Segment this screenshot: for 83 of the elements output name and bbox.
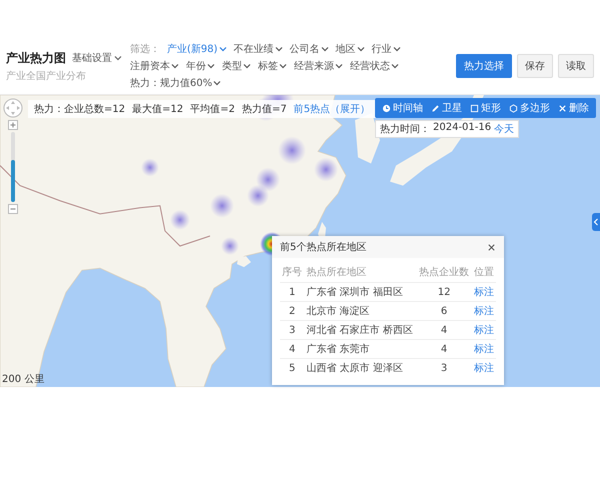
caret-icon bbox=[213, 79, 222, 87]
table-cell: 3 bbox=[416, 358, 472, 377]
table-cell: 4 bbox=[416, 320, 472, 340]
page-subtitle: 产业全国产业分布 bbox=[6, 70, 87, 82]
pencil-icon bbox=[431, 104, 440, 112]
table-cell: 4 bbox=[416, 340, 472, 358]
caret-icon bbox=[335, 62, 343, 70]
column-header: 位置 bbox=[472, 262, 496, 282]
stat-text: 平均值=2 bbox=[190, 103, 235, 116]
stat-text: 最大值=12 bbox=[132, 102, 184, 116]
filter-dropdown[interactable]: 年份 bbox=[186, 59, 215, 73]
caret-icon bbox=[171, 62, 179, 70]
table-cell: 6 bbox=[416, 302, 472, 320]
mark-link[interactable]: 标注 bbox=[474, 287, 494, 298]
table-cell: 山西省 太原市 迎泽区 bbox=[304, 358, 417, 377]
table-cell: 河北省 石家庄市 桥西区 bbox=[304, 320, 417, 340]
clock-icon bbox=[382, 104, 391, 112]
chevron-left-icon bbox=[593, 218, 599, 226]
column-header: 热点所在地区 bbox=[304, 262, 417, 282]
zoom-slider[interactable] bbox=[11, 132, 15, 202]
table-cell: 1 bbox=[280, 282, 304, 302]
mark-link[interactable]: 标注 bbox=[474, 325, 494, 336]
table-cell: 广东省 深圳市 福田区 bbox=[304, 282, 417, 302]
column-header: 序号 bbox=[280, 262, 304, 282]
time-value: 2024-01-16 bbox=[433, 122, 492, 135]
close-icon bbox=[558, 104, 567, 112]
filter-dropdown[interactable]: 行业 bbox=[372, 42, 401, 56]
table-cell: 4 bbox=[280, 340, 304, 358]
caret-icon bbox=[392, 45, 401, 53]
zoom-in-icon[interactable] bbox=[8, 120, 18, 130]
map-tool-button[interactable]: 时间轴 bbox=[379, 100, 426, 116]
filter-dropdown[interactable]: 不在业绩 bbox=[234, 42, 283, 56]
caret-icon bbox=[320, 45, 329, 53]
caret-icon bbox=[218, 45, 227, 53]
action-button[interactable]: 热力选择 bbox=[456, 54, 512, 78]
popup-title: 前5个热点所在地区 bbox=[280, 240, 366, 254]
column-header: 热点企业数 bbox=[416, 262, 472, 282]
map-tool-button[interactable]: 多边形 bbox=[506, 100, 553, 116]
hotspot-link[interactable]: 前5热点（展开） bbox=[294, 102, 370, 116]
filter-dropdown[interactable]: 热力：规力值60% bbox=[130, 76, 222, 90]
stat-text: 热力：企业总数=12 bbox=[34, 102, 126, 116]
filter-dropdown[interactable]: 经营状态 bbox=[350, 59, 399, 73]
pan-control-icon[interactable] bbox=[3, 98, 23, 118]
filter-dropdown[interactable]: 地区 bbox=[336, 42, 365, 56]
preset-dropdown[interactable]: 基础设置 bbox=[72, 51, 122, 65]
table-cell: 5 bbox=[280, 358, 304, 377]
caret-icon bbox=[391, 62, 399, 70]
table-cell: 北京市 海淀区 bbox=[304, 302, 417, 320]
stat-text: 热力值=7 bbox=[242, 102, 287, 116]
table-cell: 12 bbox=[416, 282, 472, 302]
map-scale: 200 公里 bbox=[2, 373, 44, 386]
caret-icon bbox=[114, 54, 122, 62]
filter-dropdown[interactable]: 公司名 bbox=[290, 42, 329, 56]
caret-icon bbox=[279, 62, 287, 70]
page-title: 产业热力图 bbox=[6, 50, 66, 66]
action-button[interactable]: 读取 bbox=[558, 54, 594, 78]
table-cell: 2 bbox=[280, 302, 304, 320]
today-link[interactable]: 今天 bbox=[494, 122, 514, 136]
mark-link[interactable]: 标注 bbox=[474, 306, 494, 317]
filter-dropdown[interactable]: 产业(新98) bbox=[167, 42, 227, 56]
time-label: 热力时间： bbox=[380, 122, 430, 136]
zoom-out-icon[interactable] bbox=[8, 204, 18, 214]
map-tool-button[interactable]: 卫星 bbox=[428, 100, 465, 116]
close-icon[interactable] bbox=[487, 242, 496, 252]
filter-dropdown[interactable]: 标签 bbox=[258, 59, 287, 73]
square-icon bbox=[470, 104, 479, 112]
caret-icon bbox=[356, 45, 365, 53]
table-cell: 广东省 东莞市 bbox=[304, 340, 417, 358]
filter-dropdown[interactable]: 经营来源 bbox=[294, 59, 343, 73]
filter-dropdown[interactable]: 注册资本 bbox=[130, 59, 179, 73]
action-button[interactable]: 保存 bbox=[517, 54, 553, 78]
filter-dropdown[interactable]: 类型 bbox=[222, 59, 251, 73]
map-tool-button[interactable]: 矩形 bbox=[467, 100, 504, 116]
caret-icon bbox=[243, 62, 251, 70]
table-cell: 3 bbox=[280, 320, 304, 340]
filter-label: 筛选： bbox=[130, 42, 160, 56]
mark-link[interactable]: 标注 bbox=[474, 363, 494, 374]
caret-icon bbox=[207, 62, 215, 70]
mark-link[interactable]: 标注 bbox=[474, 344, 494, 355]
panel-toggle-tab[interactable] bbox=[592, 213, 600, 231]
map-tool-button[interactable]: 删除 bbox=[555, 100, 592, 116]
caret-icon bbox=[274, 45, 283, 53]
hexagon-icon bbox=[509, 104, 518, 112]
